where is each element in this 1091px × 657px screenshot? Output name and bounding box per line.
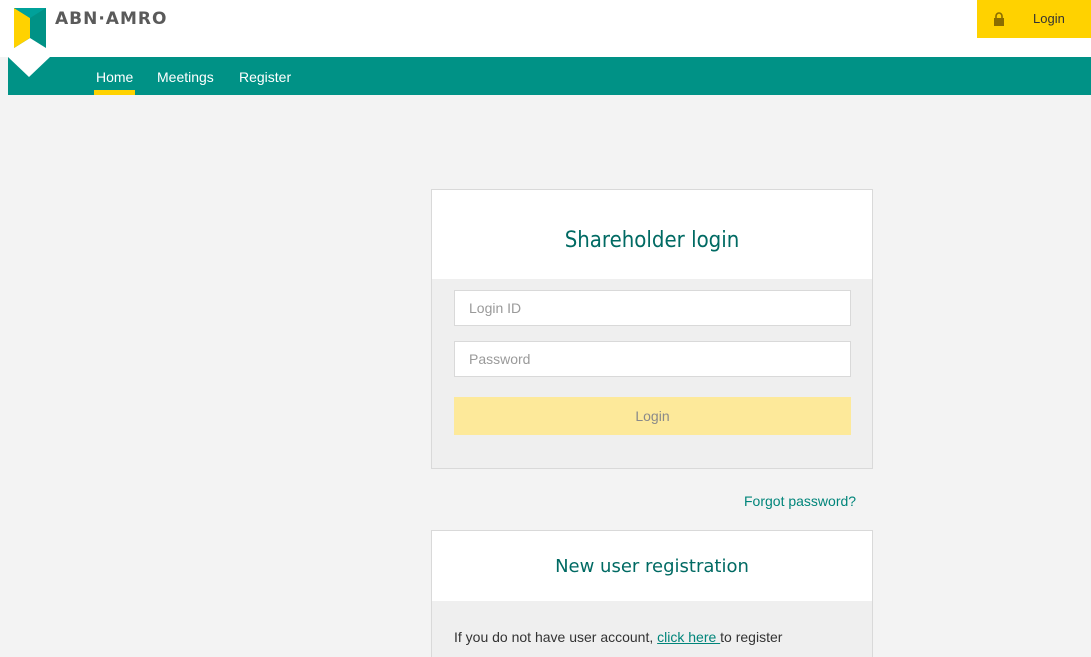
login-button[interactable]: Login	[454, 397, 851, 435]
abn-amro-logo-icon[interactable]	[14, 8, 46, 48]
lock-icon	[994, 12, 1004, 26]
main-nav: Home Meetings Register	[8, 57, 1091, 95]
registration-text-before: If you do not have user account,	[454, 629, 658, 645]
password-input[interactable]	[454, 341, 851, 377]
nav-item-meetings[interactable]: Meetings	[157, 69, 214, 85]
registration-card-body: If you do not have user account, click h…	[432, 601, 872, 657]
top-bar: ABN·AMRO Login	[0, 0, 1091, 57]
register-click-here-link[interactable]: click here	[657, 629, 720, 645]
nav-item-register[interactable]: Register	[239, 69, 291, 85]
header-login-button[interactable]: Login	[977, 0, 1091, 38]
login-card-body: Login	[432, 279, 872, 468]
header-login-label: Login	[1033, 11, 1065, 26]
brand-name: ABN·AMRO	[55, 9, 168, 29]
forgot-password-link[interactable]: Forgot password?	[744, 493, 856, 509]
registration-text-after: to register	[720, 629, 783, 645]
login-id-input[interactable]	[454, 290, 851, 326]
login-card: Shareholder login Login	[431, 189, 873, 469]
nav-item-home[interactable]: Home	[93, 69, 136, 95]
registration-card: New user registration If you do not have…	[431, 530, 873, 657]
registration-card-title: New user registration	[555, 556, 749, 577]
login-card-title: Shareholder login	[564, 228, 740, 253]
nav-notch-shape	[8, 57, 50, 77]
